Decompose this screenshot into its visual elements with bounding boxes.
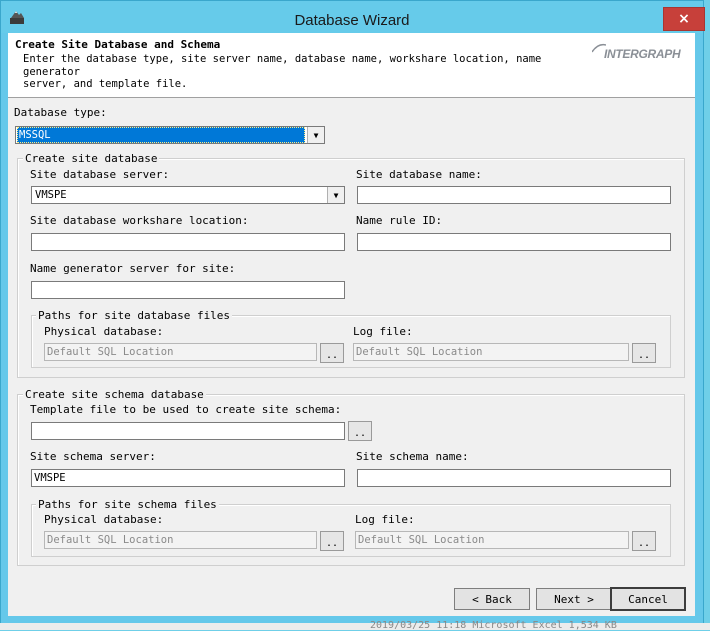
window-title: Database Wizard (294, 12, 410, 29)
schema-name-label: Site schema name: (356, 450, 469, 463)
close-button[interactable]: × (663, 7, 705, 31)
site-db-name-field[interactable] (357, 186, 671, 204)
site-db-physical-browse-button[interactable]: .. (320, 343, 344, 363)
page-description: Enter the database type, site server nam… (23, 53, 542, 90)
name-rule-id-field[interactable] (357, 233, 671, 251)
close-icon: × (678, 11, 690, 27)
cancel-button[interactable]: Cancel (610, 587, 686, 611)
name-generator-field[interactable] (31, 281, 345, 299)
schema-physical-label: Physical database: (44, 513, 164, 526)
database-type-select[interactable]: MSSQL ▼ (15, 126, 325, 144)
database-type-value: MSSQL (17, 127, 305, 143)
site-db-server-label: Site database server: (30, 168, 170, 181)
site-schema-group-label: Create site schema database (23, 388, 206, 401)
site-db-log-label: Log file: (353, 325, 413, 338)
chevron-down-icon[interactable]: ▼ (307, 127, 324, 143)
site-database-group-label: Create site database (23, 152, 160, 165)
schema-name-field[interactable] (357, 469, 671, 487)
site-db-server-value: VMSPE (35, 189, 67, 201)
logo-swoosh-icon (592, 43, 606, 53)
site-db-log-field[interactable]: Default SQL Location (353, 343, 629, 361)
logo-text: INTERGRAPH (604, 47, 681, 61)
schema-log-label: Log file: (355, 513, 415, 526)
page-title: Create Site Database and Schema (15, 38, 221, 51)
schema-paths-group-label: Paths for site schema files (36, 498, 219, 511)
back-button[interactable]: < Back (454, 588, 530, 610)
name-generator-label: Name generator server for site: (30, 262, 236, 275)
wizard-header: Create Site Database and Schema Enter th… (8, 33, 695, 98)
schema-server-field[interactable]: VMSPE (31, 469, 345, 487)
site-db-name-label: Site database name: (356, 168, 482, 181)
template-file-browse-button[interactable]: .. (348, 421, 372, 441)
wizard-body: Database type: MSSQL ▼ Create site datab… (8, 98, 695, 616)
chevron-down-icon[interactable]: ▼ (327, 187, 344, 203)
template-file-label: Template file to be used to create site … (30, 403, 342, 416)
site-db-physical-label: Physical database: (44, 325, 164, 338)
site-db-paths-group-label: Paths for site database files (36, 309, 233, 322)
schema-physical-browse-button[interactable]: .. (320, 531, 344, 551)
site-db-log-browse-button[interactable]: .. (632, 343, 656, 363)
intergraph-logo: INTERGRAPH (592, 43, 694, 67)
site-db-physical-field[interactable]: Default SQL Location (44, 343, 317, 361)
site-db-workshare-field[interactable] (31, 233, 345, 251)
title-bar[interactable]: Database Wizard × (1, 1, 705, 33)
database-type-label: Database type: (14, 106, 107, 119)
schema-physical-field[interactable]: Default SQL Location (44, 531, 317, 549)
wizard-window: Database Wizard × Create Site Database a… (0, 0, 705, 624)
schema-server-label: Site schema server: (30, 450, 156, 463)
next-button[interactable]: Next > (536, 588, 612, 610)
site-db-workshare-label: Site database workshare location: (30, 214, 249, 227)
template-file-field[interactable] (31, 422, 345, 440)
background-file-row: 2019/03/25 11:18 Microsoft Excel 1,534 K… (370, 620, 617, 631)
schema-log-field[interactable]: Default SQL Location (355, 531, 629, 549)
name-rule-id-label: Name rule ID: (356, 214, 443, 227)
site-db-server-select[interactable]: VMSPE ▼ (31, 186, 345, 204)
schema-log-browse-button[interactable]: .. (632, 531, 656, 551)
